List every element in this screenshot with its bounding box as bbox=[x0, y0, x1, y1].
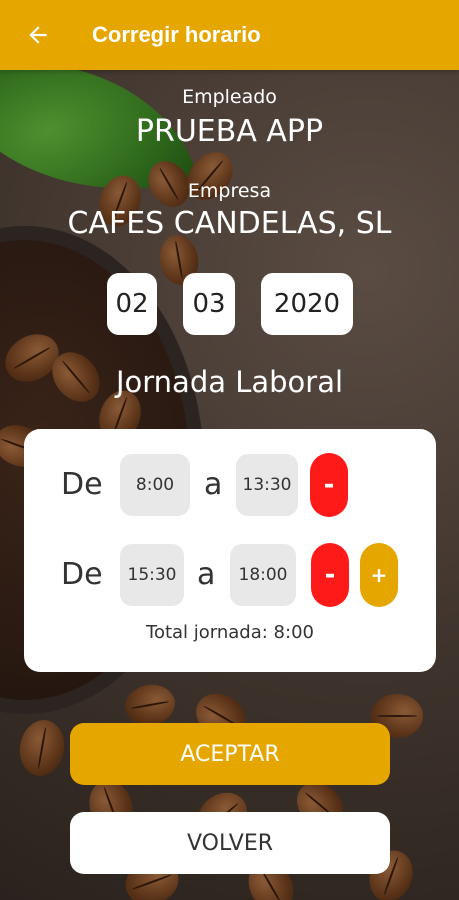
minus-icon: - bbox=[324, 560, 336, 590]
arrow-left-icon bbox=[29, 26, 47, 44]
remove-shift-button[interactable]: - bbox=[311, 543, 349, 607]
start-time-field[interactable]: 8:00 bbox=[120, 454, 190, 516]
schedule-card: De 8:00 a 13:30 - De 15:30 a 18:00 - + T… bbox=[24, 429, 436, 672]
start-time-field[interactable]: 15:30 bbox=[120, 544, 184, 606]
date-year-field[interactable]: 2020 bbox=[261, 273, 353, 335]
to-label: a bbox=[204, 467, 223, 502]
date-day-field[interactable]: 02 bbox=[107, 273, 157, 335]
employee-name: PRUEBA APP bbox=[135, 114, 324, 149]
from-label: De bbox=[61, 557, 103, 592]
total-hours: Total jornada: 8:00 bbox=[146, 622, 314, 643]
main-content: Empleado PRUEBA APP Empresa CAFES CANDEL… bbox=[0, 70, 459, 900]
back-button[interactable] bbox=[10, 7, 66, 63]
section-heading: Jornada Laboral bbox=[115, 365, 344, 399]
plus-icon: + bbox=[370, 563, 388, 587]
to-label: a bbox=[197, 557, 216, 592]
back-text-button[interactable]: VOLVER bbox=[70, 812, 390, 874]
add-shift-button[interactable]: + bbox=[360, 543, 398, 607]
end-time-field[interactable]: 18:00 bbox=[230, 544, 296, 606]
remove-shift-button[interactable]: - bbox=[310, 453, 348, 517]
from-label: De bbox=[61, 467, 103, 502]
company-label: Empresa bbox=[187, 180, 272, 202]
employee-label: Empleado bbox=[182, 86, 277, 108]
app-bar: Corregir horario bbox=[0, 0, 459, 70]
date-month-field[interactable]: 03 bbox=[183, 273, 235, 335]
page-title: Corregir horario bbox=[92, 22, 261, 47]
accept-button[interactable]: ACEPTAR bbox=[70, 723, 390, 785]
minus-icon: - bbox=[323, 470, 335, 500]
company-name: CAFES CANDELAS, SL bbox=[67, 206, 392, 241]
end-time-field[interactable]: 13:30 bbox=[236, 454, 298, 516]
